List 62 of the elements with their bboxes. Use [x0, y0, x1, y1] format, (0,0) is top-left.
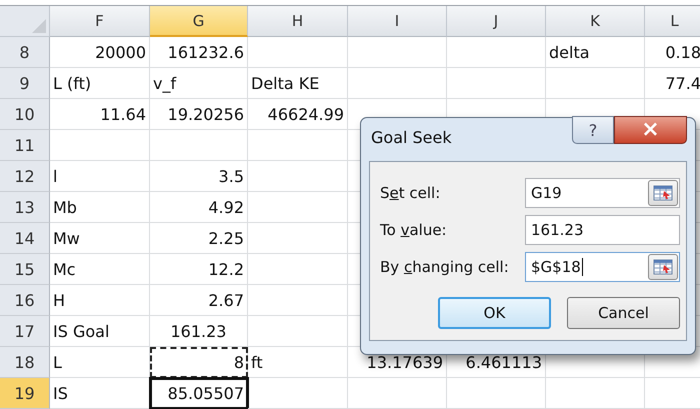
table-cell: IS Goal — [50, 316, 150, 347]
table-cell: v_f — [150, 68, 248, 99]
row-header[interactable]: 10 — [0, 99, 50, 130]
table-cell: 161232.6 — [150, 37, 248, 68]
table-cell: 2.67 — [150, 285, 248, 316]
row-header[interactable]: 15 — [0, 254, 50, 285]
table-cell: Mw — [50, 223, 150, 254]
column-header[interactable]: I — [348, 6, 447, 37]
row-header[interactable]: 11 — [0, 130, 50, 161]
table-cell: IS — [50, 378, 150, 409]
table-cell: ft — [248, 347, 348, 378]
column-header[interactable]: L — [645, 6, 700, 37]
row-header[interactable]: 12 — [0, 161, 50, 192]
table-cell: L — [50, 347, 150, 378]
table-cell: H — [50, 285, 150, 316]
table-cell: L (ft) — [50, 68, 150, 99]
table-cell: 77.4 — [645, 68, 700, 99]
input-field[interactable]: G19 — [525, 178, 680, 208]
row-header[interactable]: 18 — [0, 347, 50, 378]
row-header[interactable]: 17 — [0, 316, 50, 347]
field-label: Set cell: — [380, 184, 440, 202]
table-cell: 12.2 — [150, 254, 248, 285]
table-cell: 8 — [150, 347, 248, 378]
dialog-title: Goal Seek — [370, 127, 452, 147]
table-cell: 19.20256 — [150, 99, 248, 130]
corner-triangle-icon — [32, 19, 46, 33]
table-cell: 4.92 — [150, 192, 248, 223]
table-cell: l — [50, 161, 150, 192]
table-cell: 20000 — [50, 37, 150, 68]
table-cell: 11.64 — [50, 99, 150, 130]
table-cell: Delta KE — [248, 68, 348, 99]
column-header[interactable]: F — [50, 6, 150, 37]
range-picker-button[interactable] — [648, 254, 678, 280]
row-header[interactable]: 19 — [0, 378, 50, 409]
table-cell: Mb — [50, 192, 150, 223]
table-cell: 3.5 — [150, 161, 248, 192]
table-cell: 85.05507 — [150, 378, 248, 409]
row-header[interactable]: 13 — [0, 192, 50, 223]
range-picker-button[interactable] — [648, 180, 678, 206]
row-header[interactable]: 8 — [0, 37, 50, 68]
table-cell: 0.18 — [645, 37, 700, 68]
dialog-button[interactable]: OK — [438, 297, 551, 329]
help-button[interactable]: ? — [572, 116, 614, 144]
table-cell: 46624.99 — [248, 99, 348, 130]
column-header[interactable]: G — [150, 6, 248, 37]
column-header[interactable]: K — [546, 6, 645, 37]
table-cell: 2.25 — [150, 223, 248, 254]
column-header[interactable]: J — [447, 6, 546, 37]
row-header[interactable]: 16 — [0, 285, 50, 316]
field-label: To value: — [380, 220, 447, 238]
grid-arrow-icon — [653, 184, 673, 200]
row-header[interactable]: 14 — [0, 223, 50, 254]
column-header[interactable]: H — [248, 6, 348, 37]
input-field[interactable]: 161.23 — [525, 214, 680, 244]
table-cell: Mc — [50, 254, 150, 285]
field-label: By changing cell: — [380, 258, 509, 276]
input-field[interactable]: $G$18 — [525, 252, 680, 282]
table-cell: delta — [546, 37, 645, 68]
grid-arrow-icon — [653, 258, 673, 274]
dialog-button[interactable]: Cancel — [567, 297, 680, 329]
table-cell: 161.23 — [150, 316, 248, 347]
row-header[interactable]: 9 — [0, 68, 50, 99]
